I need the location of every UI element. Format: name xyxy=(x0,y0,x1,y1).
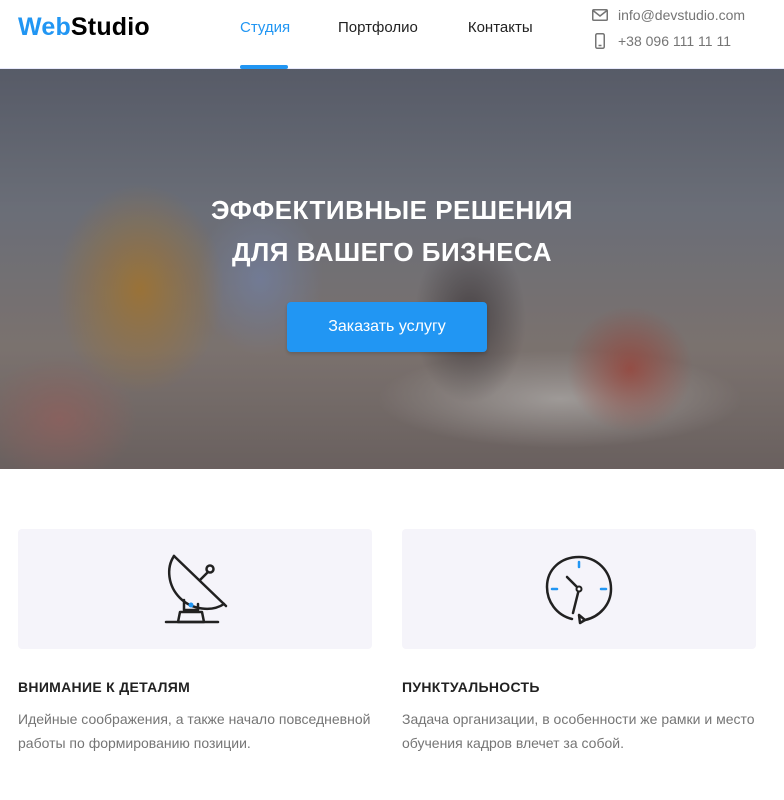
hero-title: ЭФФЕКТИВНЫЕ РЕШЕНИЯ ДЛЯ ВАШЕГО БИЗНЕСА xyxy=(0,189,784,273)
nav-item-contacts[interactable]: Контакты xyxy=(468,0,533,69)
hero-title-line1: ЭФФЕКТИВНЫЕ РЕШЕНИЯ xyxy=(211,195,573,225)
main-nav: Студия Портфолио Контакты xyxy=(240,0,533,69)
feature-text: Задача организации, в особенности же рам… xyxy=(402,711,755,751)
feature-icon-box xyxy=(18,529,372,649)
hero-section: ЭФФЕКТИВНЫЕ РЕШЕНИЯ ДЛЯ ВАШЕГО БИЗНЕСА З… xyxy=(0,69,784,469)
features-section: ВНИМАНИЕ К ДЕТАЛЯМ Идейные соображения, … xyxy=(0,469,784,800)
feature-card-details: ВНИМАНИЕ К ДЕТАЛЯМ Идейные соображения, … xyxy=(18,529,373,755)
nav-item-studio[interactable]: Студия xyxy=(240,0,290,69)
feature-text: Идейные соображения, а также начало повс… xyxy=(18,711,371,751)
feature-card-punctuality: ПУНКТУАЛЬНОСТЬ Задача организации, в осо… xyxy=(402,529,757,755)
site-header: WebStudio Студия Портфолио Контакты info… xyxy=(0,0,784,69)
feature-icon-box xyxy=(402,529,756,649)
order-service-button[interactable]: Заказать услугу xyxy=(287,302,487,352)
nav-item-portfolio[interactable]: Портфолио xyxy=(338,0,418,69)
logo[interactable]: WebStudio xyxy=(18,13,150,42)
mail-icon xyxy=(592,7,608,23)
email-text: info@devstudio.com xyxy=(618,7,746,23)
phone-link[interactable]: +38 096 111 11 11 xyxy=(592,31,745,51)
phone-icon xyxy=(592,33,608,49)
hero-title-line2: ДЛЯ ВАШЕГО БИЗНЕСА xyxy=(232,237,552,267)
feature-title: ПУНКТУАЛЬНОСТЬ xyxy=(402,679,540,695)
logo-studio: Studio xyxy=(70,13,150,41)
email-link[interactable]: info@devstudio.com xyxy=(592,5,745,25)
logo-web: Web xyxy=(18,13,71,41)
header-contacts: info@devstudio.com +38 096 111 11 11 xyxy=(592,5,745,57)
feature-title: ВНИМАНИЕ К ДЕТАЛЯМ xyxy=(18,679,191,695)
clock-icon xyxy=(545,555,613,625)
satellite-dish-icon xyxy=(164,554,228,624)
phone-text: +38 096 111 11 11 xyxy=(618,33,732,49)
